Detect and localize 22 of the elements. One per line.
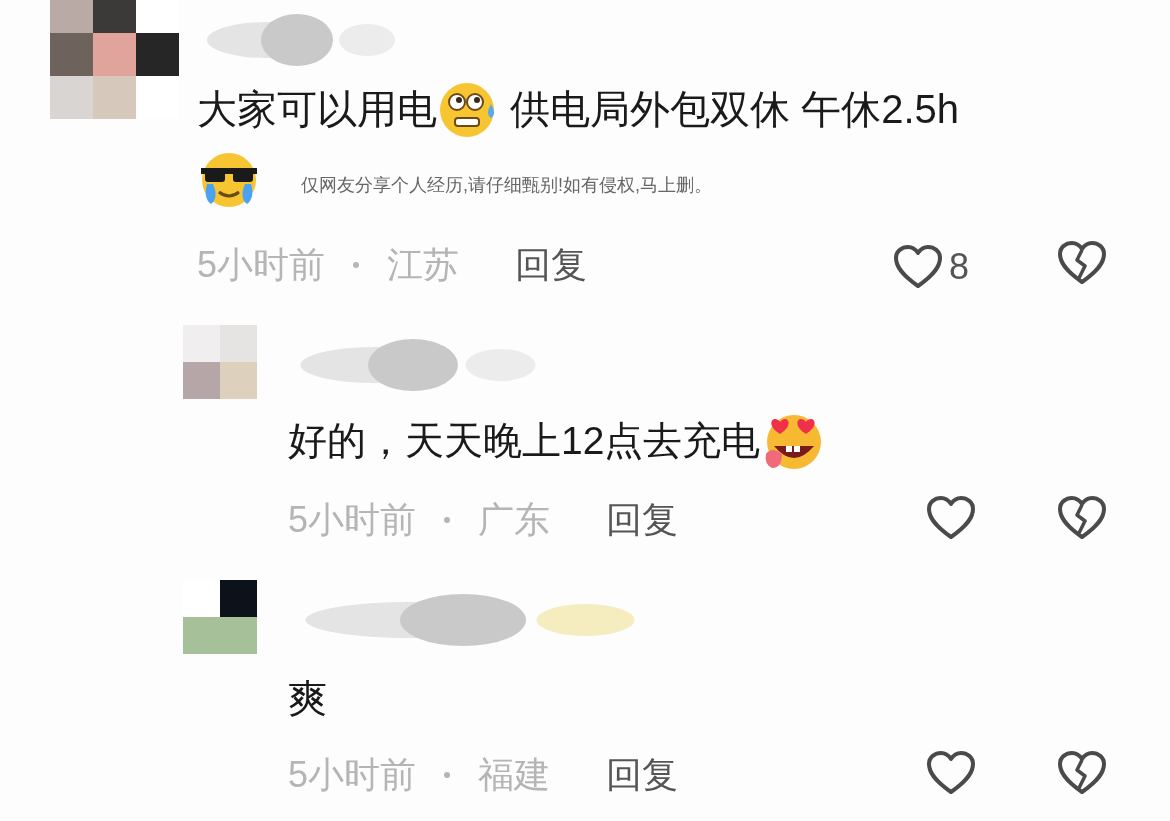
timestamp: 5小时前: [288, 498, 417, 542]
dislike-button[interactable]: [1057, 240, 1107, 286]
avatar[interactable]: [50, 0, 179, 119]
dislike-button[interactable]: [1057, 495, 1107, 541]
dislike-button[interactable]: [1057, 750, 1107, 796]
timestamp: 5小时前: [197, 243, 326, 287]
avatar[interactable]: [183, 580, 257, 654]
reply-link[interactable]: 回复: [515, 238, 588, 292]
like-button[interactable]: 8: [893, 240, 970, 294]
location: 广东: [478, 498, 551, 542]
location: 江苏: [387, 243, 460, 287]
comment-text: 供电局外包双休 午休2.5h: [509, 86, 960, 133]
like-button[interactable]: [926, 495, 976, 541]
comment-text: 爽: [288, 676, 327, 722]
timestamp: 5小时前: [288, 753, 417, 797]
reply-link[interactable]: 回复: [606, 748, 679, 802]
comment-text: 好的，天天晚上12点去充电: [288, 417, 761, 464]
reply-link[interactable]: 回复: [606, 493, 679, 547]
like-button[interactable]: [926, 750, 976, 796]
location: 福建: [478, 753, 551, 797]
comment-text: 大家可以用电: [197, 86, 437, 133]
disclaimer-text: 仅网友分享个人经历,请仔细甄别!如有侵权,马上删。: [301, 173, 712, 197]
